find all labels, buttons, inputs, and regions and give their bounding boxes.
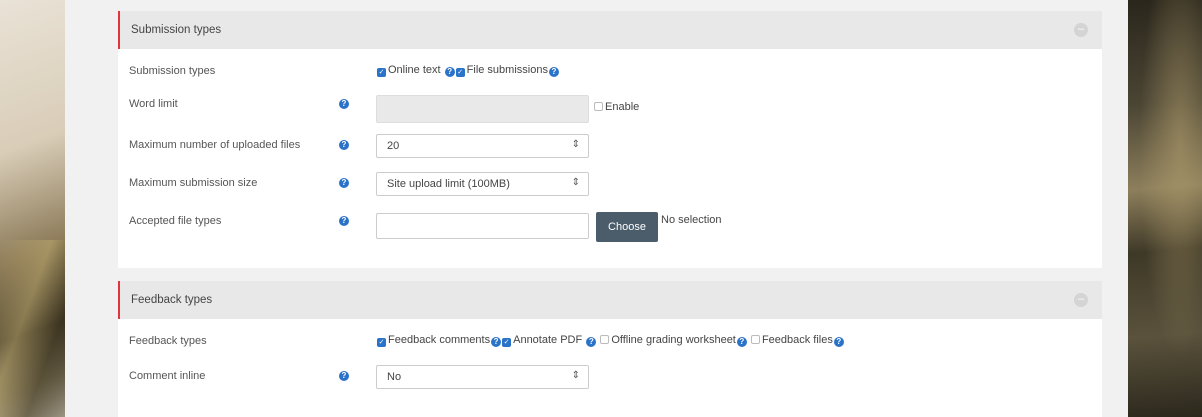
option-annotate-pdf[interactable]: ✓ Annotate PDF	[502, 334, 583, 347]
help-icon[interactable]: ?	[444, 67, 455, 77]
option-label: Offline grading worksheet	[611, 334, 736, 346]
max-size-select[interactable]: Site upload limit (100MB) ⇕	[376, 172, 589, 196]
select-arrow-icon: ⇕	[571, 177, 580, 188]
checkbox-offline-grading-worksheet[interactable]	[600, 335, 610, 344]
no-selection-text: No selection	[661, 214, 722, 226]
help-icon[interactable]: ?	[833, 337, 844, 347]
help-icon[interactable]: ?	[339, 371, 349, 381]
max-size-row: Maximum submission size ? Site upload li…	[118, 172, 1102, 202]
option-offline-grading-worksheet[interactable]: Offline grading worksheet	[600, 334, 736, 346]
collapse-icon[interactable]: –	[1074, 23, 1088, 37]
section-title: Submission types	[131, 24, 222, 36]
help-icon[interactable]: ?	[586, 337, 597, 347]
accepted-file-types-input[interactable]	[376, 213, 589, 239]
word-limit-input[interactable]	[376, 95, 589, 123]
field-label: Maximum number of uploaded files	[129, 139, 301, 151]
field-label: Accepted file types	[129, 215, 222, 227]
feedback-types-options: ✓ Feedback comments? ✓ Annotate PDF ? Offli…	[377, 334, 845, 347]
option-feedback-files[interactable]: Feedback files	[750, 334, 833, 346]
accepted-file-types-row: Accepted file types ? Choose No selectio…	[118, 210, 1102, 242]
checkbox-file-submissions[interactable]: ✓	[455, 68, 465, 77]
max-files-row: Maximum number of uploaded files ? 20 ⇕	[118, 133, 1102, 163]
enable-option[interactable]: Enable	[594, 101, 639, 113]
option-label: Feedback comments	[388, 334, 491, 346]
submission-types-options: ✓ Online text ? ✓ File submissions?	[377, 64, 560, 77]
checkbox-online-text[interactable]: ✓	[377, 68, 386, 77]
comment-inline-row: Comment inline ? No ⇕	[118, 365, 1102, 395]
help-icon[interactable]: ?	[736, 337, 747, 347]
choose-button[interactable]: Choose	[596, 212, 658, 242]
option-feedback-comments[interactable]: ✓ Feedback comments	[377, 334, 491, 347]
section-title: Feedback types	[131, 294, 213, 306]
select-arrow-icon: ⇕	[571, 370, 580, 381]
option-label: File submissions	[466, 64, 548, 76]
field-label: Submission types	[129, 65, 216, 77]
max-files-select[interactable]: 20 ⇕	[376, 134, 589, 158]
select-value: No	[387, 371, 402, 383]
enable-label: Enable	[605, 101, 640, 113]
submission-types-section: Submission types – Submission types ✓ Onl…	[118, 11, 1102, 268]
option-file-submissions[interactable]: ✓ File submissions	[455, 64, 548, 77]
background-image-right	[1128, 0, 1202, 417]
option-label: Feedback files	[761, 334, 833, 346]
main-content: Submission types – Submission types ✓ Onl…	[65, 0, 1128, 417]
checkbox-annotate-pdf[interactable]: ✓	[502, 338, 512, 347]
feedback-types-header[interactable]: Feedback types –	[118, 281, 1102, 319]
field-label: Feedback types	[129, 335, 207, 347]
select-value: 20	[387, 140, 400, 152]
field-label: Maximum submission size	[129, 177, 258, 189]
checkbox-feedback-comments[interactable]: ✓	[377, 338, 386, 347]
submission-types-header[interactable]: Submission types –	[118, 11, 1102, 49]
field-label: Word limit	[129, 98, 178, 110]
help-icon[interactable]: ?	[339, 140, 349, 150]
help-icon[interactable]: ?	[339, 216, 349, 226]
word-limit-row: Word limit ? Enable	[118, 95, 1102, 125]
background-image-left	[0, 0, 65, 417]
option-label: Annotate PDF	[513, 334, 583, 346]
help-icon[interactable]: ?	[491, 337, 502, 347]
option-label: Online text	[388, 64, 441, 76]
select-value: Site upload limit (100MB)	[387, 178, 510, 190]
submission-types-row: Submission types ✓ Online text ? ✓ File sub…	[118, 63, 1102, 93]
help-icon[interactable]: ?	[548, 67, 559, 77]
option-online-text[interactable]: ✓ Online text	[377, 64, 444, 77]
collapse-icon[interactable]: –	[1074, 293, 1088, 307]
checkbox-feedback-files[interactable]	[750, 335, 760, 344]
help-icon[interactable]: ?	[339, 178, 349, 188]
checkbox-enable[interactable]	[594, 102, 603, 111]
feedback-types-section: Feedback types – Feedback types ✓ Feedbac…	[118, 281, 1102, 417]
feedback-types-row: Feedback types ✓ Feedback comments? ✓ Annot…	[118, 333, 1102, 363]
comment-inline-select[interactable]: No ⇕	[376, 365, 589, 389]
field-label: Comment inline	[129, 370, 206, 382]
help-icon[interactable]: ?	[339, 99, 349, 109]
select-arrow-icon: ⇕	[571, 139, 580, 150]
